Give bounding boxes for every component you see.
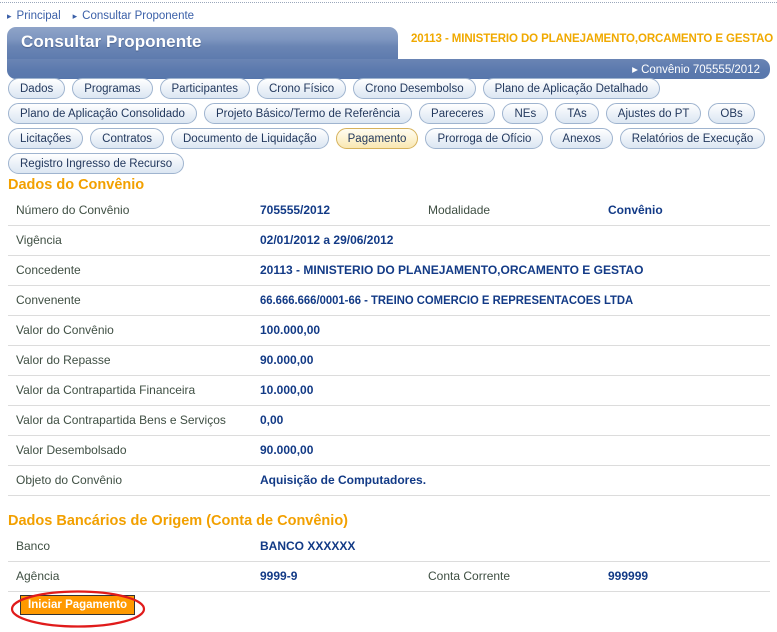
context-bar: ▸ Convênio 705555/2012 bbox=[7, 59, 770, 79]
tab-ajustes-do-pt[interactable]: Ajustes do PT bbox=[605, 103, 702, 124]
field-value-modalidade: Convênio bbox=[608, 203, 663, 217]
field-value-vigencia: 02/01/2012 a 29/06/2012 bbox=[260, 233, 394, 247]
field-value-valor-repasse: 90.000,00 bbox=[260, 353, 314, 367]
field-value-convenente: 66.666.666/0001-66 - TREINO COMERCIO E R… bbox=[260, 293, 634, 307]
table-row: Valor do Convênio 100.000,00 bbox=[8, 316, 770, 346]
table-row: Valor do Repasse 90.000,00 bbox=[8, 346, 770, 376]
section-title-dados-bancarios: Dados Bancários de Origem (Conta de Conv… bbox=[8, 513, 348, 529]
tab-nes[interactable]: NEs bbox=[502, 103, 549, 124]
convenio-context-label: ▸ Convênio 705555/2012 bbox=[632, 62, 760, 76]
field-value-banco: BANCO XXXXXX bbox=[260, 539, 356, 553]
tab-pareceres[interactable]: Pareceres bbox=[419, 103, 496, 124]
tab-tas[interactable]: TAs bbox=[555, 103, 599, 124]
table-row: Banco BANCO XXXXXX bbox=[8, 532, 770, 562]
breadcrumb-arrow-icon-2: ▸ bbox=[72, 10, 78, 21]
tab-row-4: Registro Ingresso de Recurso bbox=[8, 153, 770, 176]
field-label-numero-convenio: Número do Convênio bbox=[16, 203, 130, 217]
table-row: Agência 9999-9 Conta Corrente 999999 bbox=[8, 562, 770, 592]
page-header: Consultar Proponente 20113 - MINISTERIO … bbox=[7, 27, 774, 79]
field-label-agencia: Agência bbox=[16, 569, 60, 583]
tab-plano-aplicacao-detalhado[interactable]: Plano de Aplicação Detalhado bbox=[482, 78, 661, 99]
breadcrumb: ▸ Principal ▸ Consultar Proponente bbox=[7, 8, 194, 24]
field-value-contrapartida-financeira: 10.000,00 bbox=[260, 383, 314, 397]
top-divider bbox=[0, 2, 777, 4]
tab-licitacoes[interactable]: Licitações bbox=[8, 128, 84, 149]
field-value-agencia: 9999-9 bbox=[260, 569, 298, 583]
field-value-conta-corrente: 999999 bbox=[608, 569, 649, 583]
action-area: Iniciar Pagamento bbox=[8, 589, 208, 632]
page-title-panel: Consultar Proponente bbox=[7, 27, 398, 59]
tab-contratos[interactable]: Contratos bbox=[90, 128, 164, 149]
tab-dados[interactable]: Dados bbox=[8, 78, 66, 99]
table-row: Valor da Contrapartida Financeira 10.000… bbox=[8, 376, 770, 406]
section-title-dados-convenio: Dados do Convênio bbox=[8, 177, 145, 193]
table-row: Convenente 66.666.666/0001-66 - TREINO C… bbox=[8, 286, 770, 316]
field-label-objeto-convenio: Objeto do Convênio bbox=[16, 473, 123, 487]
breadcrumb-item-consultar-proponente[interactable]: Consultar Proponente bbox=[82, 10, 194, 22]
tab-relatorios-de-execucao[interactable]: Relatórios de Execução bbox=[619, 128, 766, 149]
tab-crono-desembolso[interactable]: Crono Desembolso bbox=[353, 78, 476, 99]
field-label-vigencia: Vigência bbox=[16, 233, 62, 247]
field-value-concedente: 20113 - MINISTERIO DO PLANEJAMENTO,ORCAM… bbox=[260, 263, 644, 277]
tab-crono-fisico[interactable]: Crono Físico bbox=[256, 78, 347, 99]
tab-documento-de-liquidacao[interactable]: Documento de Liquidação bbox=[171, 128, 329, 149]
field-label-modalidade: Modalidade bbox=[428, 203, 491, 217]
field-label-banco: Banco bbox=[16, 539, 51, 553]
field-label-valor-convenio: Valor do Convênio bbox=[16, 323, 114, 337]
field-label-conta-corrente: Conta Corrente bbox=[428, 569, 511, 583]
page-title: Consultar Proponente bbox=[21, 32, 202, 51]
field-value-valor-desembolsado: 90.000,00 bbox=[260, 443, 314, 457]
tab-obs[interactable]: OBs bbox=[708, 103, 755, 124]
tab-participantes[interactable]: Participantes bbox=[159, 78, 250, 99]
iniciar-pagamento-button[interactable]: Iniciar Pagamento bbox=[20, 595, 136, 615]
field-value-numero-convenio: 705555/2012 bbox=[260, 203, 331, 217]
breadcrumb-item-principal[interactable]: Principal bbox=[17, 10, 61, 22]
field-label-concedente: Concedente bbox=[16, 263, 81, 277]
field-label-convenente: Convenente bbox=[16, 293, 81, 307]
tab-projeto-basico[interactable]: Projeto Básico/Termo de Referência bbox=[203, 103, 413, 124]
field-value-objeto-convenio: Aquisição de Computadores. bbox=[260, 473, 427, 487]
context-arrow-icon: ▸ bbox=[632, 64, 638, 76]
field-label-contrapartida-bens-servicos: Valor da Contrapartida Bens e Serviços bbox=[16, 413, 226, 427]
tab-registro-ingresso-de-recurso[interactable]: Registro Ingresso de Recurso bbox=[8, 153, 185, 174]
convenio-data-table: Número do Convênio 705555/2012 Modalidad… bbox=[8, 196, 770, 496]
tab-row-1: Dados Programas Participantes Crono Físi… bbox=[8, 78, 770, 101]
tab-bar: Dados Programas Participantes Crono Físi… bbox=[8, 78, 770, 178]
tab-row-2: Plano de Aplicação Consolidado Projeto B… bbox=[8, 103, 770, 126]
bank-data-table: Banco BANCO XXXXXX Agência 9999-9 Conta … bbox=[8, 532, 770, 592]
field-label-contrapartida-financeira: Valor da Contrapartida Financeira bbox=[16, 383, 196, 397]
table-row: Valor da Contrapartida Bens e Serviços 0… bbox=[8, 406, 770, 436]
tab-programas[interactable]: Programas bbox=[72, 78, 153, 99]
tab-plano-aplicacao-consolidado[interactable]: Plano de Aplicação Consolidado bbox=[8, 103, 197, 124]
field-label-valor-repasse: Valor do Repasse bbox=[16, 353, 111, 367]
breadcrumb-arrow-icon: ▸ bbox=[7, 10, 12, 21]
table-row: Valor Desembolsado 90.000,00 bbox=[8, 436, 770, 466]
context-label-text: Convênio 705555/2012 bbox=[641, 64, 760, 76]
tab-row-3: Licitações Contratos Documento de Liquid… bbox=[8, 128, 770, 151]
tab-pagamento[interactable]: Pagamento bbox=[335, 128, 419, 149]
table-row: Número do Convênio 705555/2012 Modalidad… bbox=[8, 196, 770, 226]
table-row: Objeto do Convênio Aquisição de Computad… bbox=[8, 466, 770, 496]
field-label-valor-desembolsado: Valor Desembolsado bbox=[16, 443, 127, 457]
table-row: Vigência 02/01/2012 a 29/06/2012 bbox=[8, 226, 770, 256]
field-value-contrapartida-bens-servicos: 0,00 bbox=[260, 413, 284, 427]
table-row: Concedente 20113 - MINISTERIO DO PLANEJA… bbox=[8, 256, 770, 286]
field-value-valor-convenio: 100.000,00 bbox=[260, 323, 321, 337]
tab-prorroga-de-oficio[interactable]: Prorroga de Ofício bbox=[425, 128, 544, 149]
tab-anexos[interactable]: Anexos bbox=[550, 128, 613, 149]
organization-label: 20113 - MINISTERIO DO PLANEJAMENTO,ORCAM… bbox=[411, 33, 774, 45]
